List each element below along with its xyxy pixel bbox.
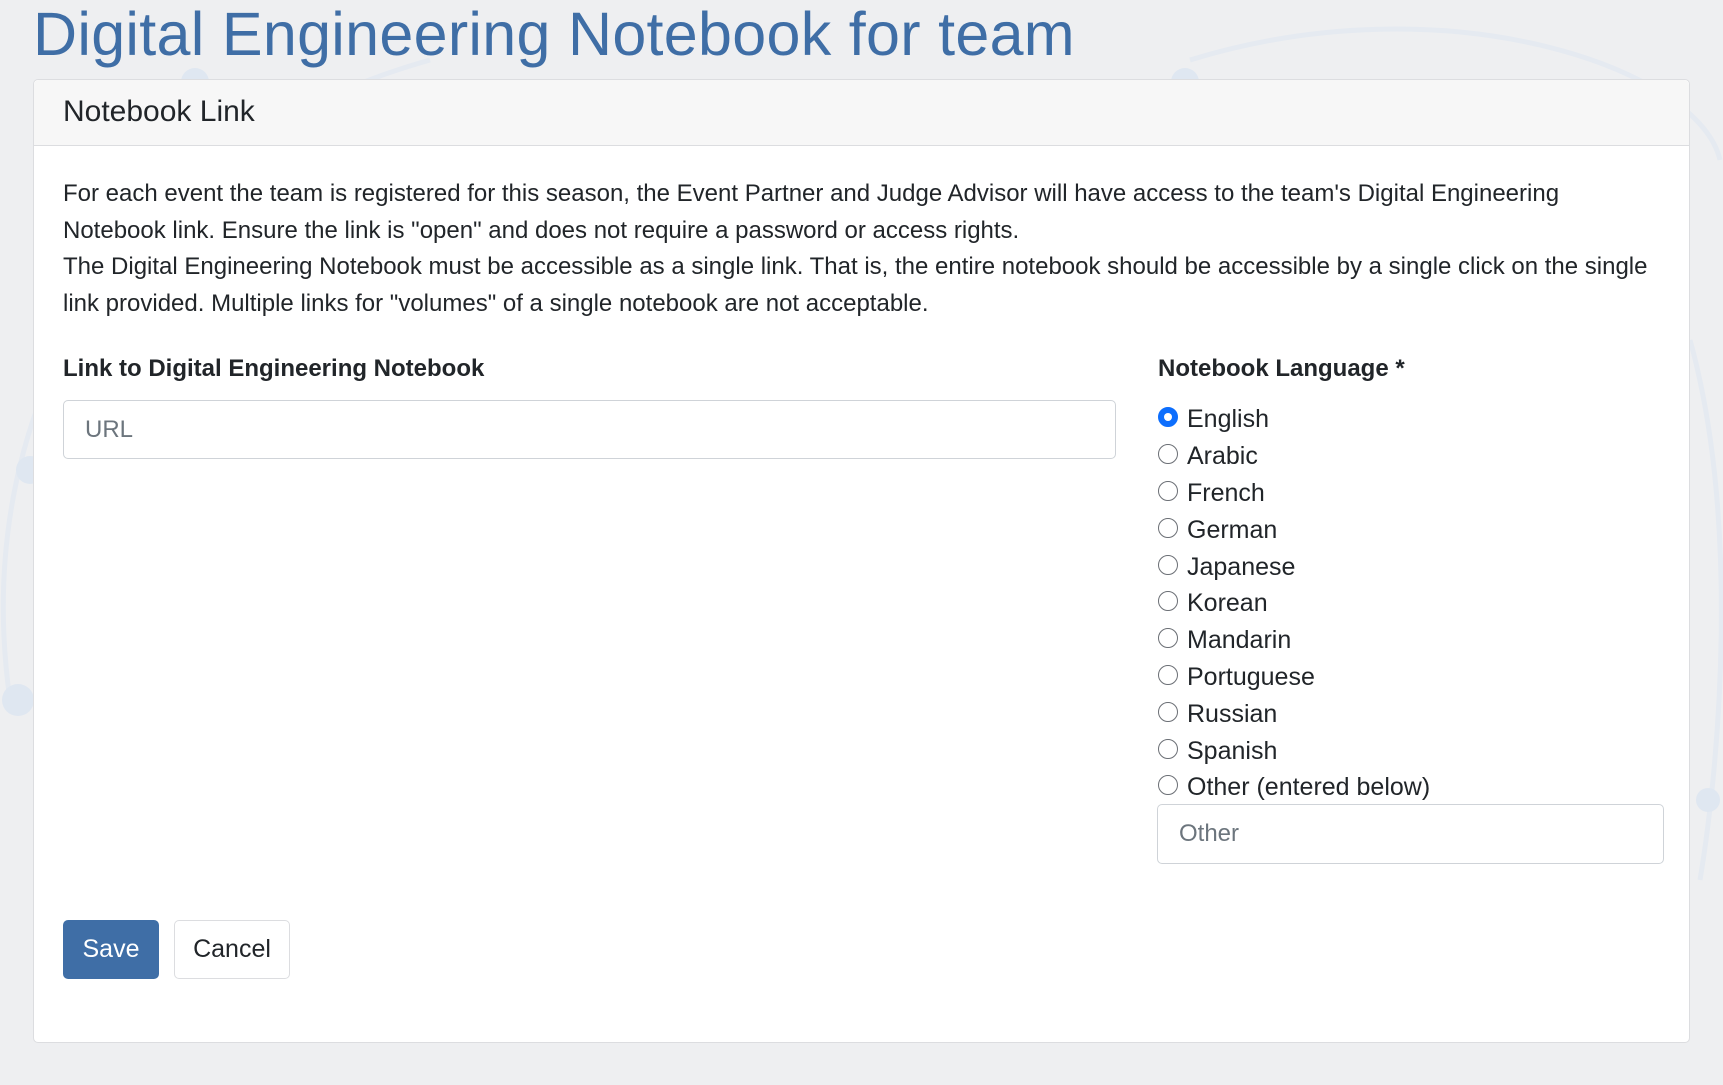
notebook-language-label: Notebook Language *	[1158, 355, 1405, 382]
save-button[interactable]: Save	[63, 920, 159, 979]
notebook-link-card: Notebook Link For each event the team is…	[33, 79, 1690, 1043]
language-radio-button[interactable]	[1158, 775, 1178, 796]
language-radio-button[interactable]	[1158, 591, 1178, 612]
intro-paragraph-single-link: The Digital Engineering Notebook must be…	[63, 253, 1648, 317]
language-option-label: Spanish	[1187, 736, 1278, 765]
intro-paragraph-access: For each event the team is registered fo…	[63, 180, 1560, 244]
language-radio-button[interactable]	[1158, 664, 1178, 685]
language-radio-button[interactable]	[1158, 701, 1178, 722]
language-radio-button[interactable]	[1158, 554, 1178, 575]
notebook-url-input[interactable]	[63, 400, 1116, 459]
card-title: Notebook Link	[63, 95, 255, 128]
language-radio-button[interactable]	[1158, 738, 1178, 759]
language-option-label: Portuguese	[1187, 662, 1315, 691]
intro-text: For each event the team is registered fo…	[63, 176, 1668, 322]
notebook-link-label: Link to Digital Engineering Notebook	[63, 355, 485, 382]
language-radio-button[interactable]	[1158, 480, 1178, 501]
language-radio-button[interactable]	[1158, 407, 1178, 428]
language-option-japanese[interactable]: Japanese	[1158, 548, 1430, 585]
language-option-portuguese[interactable]: Portuguese	[1158, 659, 1430, 696]
language-option-korean[interactable]: Korean	[1158, 585, 1430, 622]
language-radio-button[interactable]	[1158, 444, 1178, 465]
language-option-german[interactable]: German	[1158, 511, 1430, 548]
language-option-spanish[interactable]: Spanish	[1158, 732, 1430, 769]
language-option-other-entered-below[interactable]: Other (entered below)	[1158, 769, 1430, 806]
other-language-input[interactable]	[1157, 804, 1664, 864]
language-option-label: Japanese	[1187, 552, 1296, 581]
language-option-label: Mandarin	[1187, 626, 1292, 655]
language-option-english[interactable]: English	[1158, 401, 1430, 438]
language-option-label: Other (entered below)	[1187, 773, 1431, 802]
language-option-label: French	[1187, 478, 1265, 507]
card-header: Notebook Link	[34, 80, 1689, 146]
language-option-label: Russian	[1187, 699, 1278, 728]
language-option-label: German	[1187, 515, 1278, 544]
page-title: Digital Engineering Notebook for team	[33, 0, 1075, 68]
language-option-arabic[interactable]: Arabic	[1158, 438, 1430, 475]
language-option-mandarin[interactable]: Mandarin	[1158, 622, 1430, 659]
language-option-label: English	[1187, 405, 1269, 434]
language-radio-button[interactable]	[1158, 628, 1178, 649]
cancel-button[interactable]: Cancel	[174, 920, 290, 979]
language-radio-group: English Arabic French German Japanese Korean M…	[1158, 401, 1430, 806]
language-option-label: Korean	[1187, 589, 1268, 618]
language-option-russian[interactable]: Russian	[1158, 695, 1430, 732]
language-option-french[interactable]: French	[1158, 475, 1430, 512]
language-option-label: Arabic	[1187, 442, 1258, 471]
language-radio-button[interactable]	[1158, 517, 1178, 538]
